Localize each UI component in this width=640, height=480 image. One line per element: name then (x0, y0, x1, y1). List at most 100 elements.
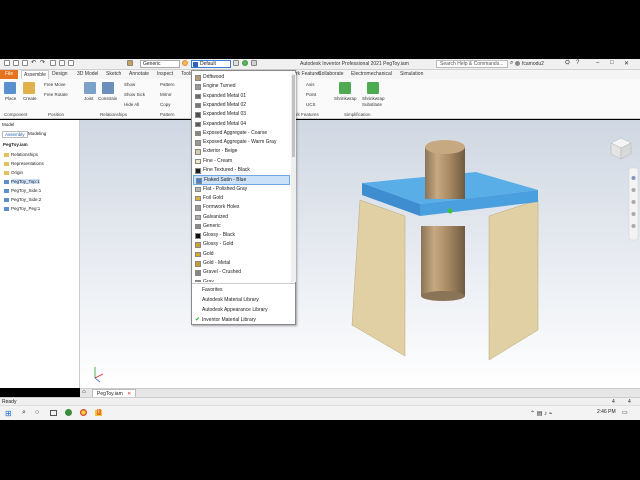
search-taskbar-icon[interactable]: ⌕ (22, 409, 26, 417)
create-icon[interactable] (23, 82, 35, 94)
save-icon[interactable] (22, 60, 28, 66)
tab-annotate[interactable]: Annotate (129, 71, 149, 77)
tree-item-side-1[interactable]: PegToy_Side:1 (4, 188, 41, 193)
hide-all-button[interactable]: Hide All (124, 102, 139, 107)
appearance-option[interactable]: Expanded Metal 01 (193, 92, 290, 101)
select-icon[interactable] (68, 60, 74, 66)
cortana-icon[interactable]: ○ (35, 409, 39, 416)
free-move-button[interactable]: Free Move (44, 82, 66, 87)
tab-electromechanical[interactable]: Electromechanical (351, 71, 392, 77)
chrome-icon[interactable] (80, 409, 87, 416)
appearance-option[interactable]: Expanded Metal 04 (193, 120, 290, 129)
panel-component[interactable]: Component (4, 112, 27, 117)
appearance-option[interactable]: Formwork Holes (193, 203, 290, 212)
redo-icon[interactable]: ↷ (40, 60, 46, 66)
appearance-option[interactable]: Flaked Satin - Blue (193, 175, 290, 185)
new-icon[interactable] (4, 60, 10, 66)
tree-item-side-2[interactable]: PegToy_Side:2 (4, 197, 41, 202)
place-button[interactable]: Place (5, 96, 16, 101)
appearance-option[interactable]: Glossy - Gold (193, 240, 290, 249)
help-search-input[interactable]: Search Help & Commands... (436, 60, 508, 68)
tree-item-representations[interactable]: Representations (4, 161, 44, 166)
shrinkwrap-button[interactable]: Shrinkwrap (334, 96, 357, 101)
browser-tab-modeling[interactable]: Modeling (28, 131, 46, 136)
help-icon[interactable]: ? (576, 60, 579, 66)
appearance-option[interactable]: Gray (193, 278, 290, 282)
task-view-icon[interactable] (50, 410, 57, 416)
appearance-option[interactable]: Driftwood (193, 73, 290, 82)
close-icon[interactable]: ✕ (624, 60, 629, 67)
tab-assemble[interactable]: Assemble (21, 70, 49, 79)
panel-simplification[interactable]: Simplification (344, 112, 371, 117)
model-view[interactable] (80, 120, 640, 388)
ucs-button[interactable]: UCS (306, 102, 316, 107)
steering-wheel-icon[interactable] (631, 176, 636, 180)
appearance-option[interactable]: Generic (193, 222, 290, 231)
shrinkwrap-substitute-icon[interactable] (367, 82, 379, 94)
peg-upper[interactable] (425, 147, 465, 199)
joint-icon[interactable] (84, 82, 96, 94)
show-sick-button[interactable]: Show Sick (124, 92, 145, 97)
show-button[interactable]: Show (124, 82, 135, 87)
library-item[interactable]: Autodesk Appearance Library (194, 305, 294, 315)
appearance-option[interactable]: Fine Textured - Black (193, 166, 290, 175)
browser-root[interactable]: PegToy.iam (3, 142, 28, 147)
right-side-part[interactable] (488, 199, 539, 361)
tree-item-relationships[interactable]: Relationships (4, 152, 38, 157)
windows-start-icon[interactable]: ⊞ (5, 409, 12, 418)
create-button[interactable]: Create (23, 96, 37, 101)
browser-tab-model[interactable]: Model (2, 122, 14, 127)
scrollbar-thumb[interactable] (292, 75, 295, 157)
appearance-option[interactable]: Exterior - Beige (193, 147, 290, 156)
pattern-button[interactable]: Pattern (160, 82, 175, 87)
update-icon[interactable] (59, 60, 65, 66)
library-item[interactable]: Autodesk Material Library (194, 295, 294, 305)
measure-icon[interactable] (251, 60, 257, 66)
shrinkwrap-icon[interactable] (339, 82, 351, 94)
look-at-icon[interactable] (631, 224, 636, 228)
clock[interactable]: 2:46 PM (597, 409, 616, 415)
appearance-option[interactable]: Flat - Polished Gray (193, 185, 290, 194)
tab-design[interactable]: Design (52, 71, 68, 77)
free-rotate-button[interactable]: Free Rotate (44, 92, 68, 97)
appearance-option[interactable]: Glossy - Black (193, 231, 290, 240)
constrain-button[interactable]: Constrain (98, 96, 117, 101)
tree-item-origin[interactable]: Origin (4, 170, 23, 175)
place-icon[interactable] (4, 82, 16, 94)
minimize-icon[interactable]: – (596, 60, 599, 66)
tab-3d-model[interactable]: 3D Model (77, 71, 98, 77)
edge-icon[interactable] (65, 409, 72, 416)
browser-tab-assembly[interactable]: Assembly (2, 131, 28, 138)
copy-button[interactable]: Copy (160, 102, 171, 107)
appearance-list[interactable]: Driftwood Engine Turned Expanded Metal 01 E… (192, 73, 290, 282)
open-icon[interactable] (13, 60, 19, 66)
clear-appearance-icon[interactable] (233, 60, 239, 66)
mirror-button[interactable]: Mirror (160, 92, 172, 97)
point-button[interactable]: Point (306, 92, 316, 97)
tab-inspect[interactable]: Inspect (157, 71, 173, 77)
home-icon[interactable] (50, 60, 56, 66)
orbit-icon[interactable] (631, 212, 636, 216)
undo-icon[interactable]: ↶ (31, 60, 37, 66)
appearance-dropdown[interactable]: Driftwood Engine Turned Expanded Metal 01 E… (191, 70, 296, 325)
panel-relationships[interactable]: Relationships (100, 112, 127, 117)
adjust-icon[interactable] (242, 60, 248, 66)
cart-icon[interactable]: ⛭ (565, 60, 570, 67)
left-side-part[interactable] (351, 199, 406, 357)
joint-button[interactable]: Joint (84, 96, 94, 101)
search-icon[interactable]: ⌕ (510, 60, 513, 67)
appearance-option[interactable]: Engine Turned (193, 82, 290, 91)
appearance-option[interactable]: Expanded Metal 03 (193, 110, 290, 119)
tree-item-peg[interactable]: PegToy_Peg:1 (4, 206, 40, 211)
constrain-icon[interactable] (102, 82, 114, 94)
appearance-combo[interactable]: Default (191, 60, 231, 68)
tab-file[interactable]: File (0, 70, 18, 79)
tree-item-top[interactable]: PegToy_Top:1 (4, 179, 40, 184)
axis-button[interactable]: Axis (306, 82, 315, 87)
graphics-viewport[interactable] (80, 120, 640, 388)
user-name[interactable]: fcamodu2 (522, 61, 544, 67)
library-item[interactable]: Favorites (194, 285, 294, 295)
tab-simulation[interactable]: Simulation (400, 71, 423, 77)
panel-work-features[interactable]: rk Features (296, 112, 319, 117)
library-item[interactable]: ✔ Inventor Material Library (194, 315, 294, 325)
